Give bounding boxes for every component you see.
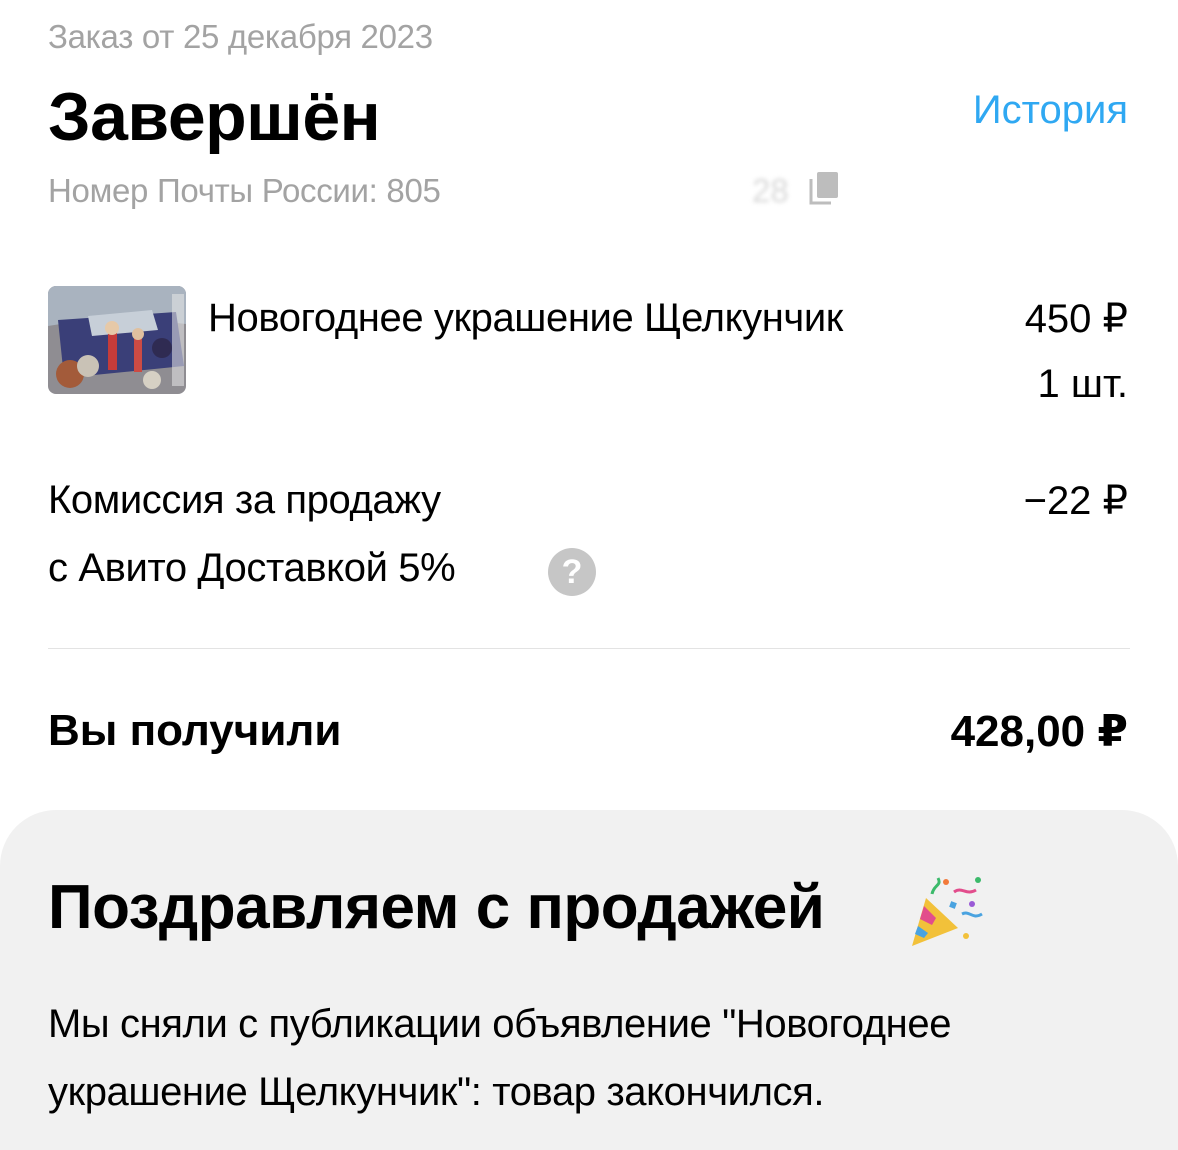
help-icon[interactable]: ? [548, 548, 596, 596]
congrats-text: Мы сняли с публикации объявление "Нового… [48, 1002, 952, 1114]
copy-icon[interactable] [804, 168, 844, 208]
item-price: 450 ₽ [1024, 297, 1128, 341]
item-quantity: 1 шт. [1037, 362, 1128, 406]
tracking-number: Номер Почты России: 805 [48, 172, 441, 209]
order-status-title: Завершён [48, 79, 381, 155]
order-date: Заказ от 25 декабря 2023 [48, 18, 433, 55]
item-thumbnail[interactable] [48, 286, 186, 394]
history-link[interactable]: История [973, 88, 1128, 133]
party-popper-icon [906, 874, 986, 950]
item-name[interactable]: Новогоднее украшение Щелкунчик [208, 296, 843, 341]
divider [48, 648, 1130, 649]
tracking-number-tail: 28 [752, 172, 789, 209]
congrats-title: Поздравляем с продажей [48, 873, 825, 942]
total-amount: 428,00 ₽ [950, 707, 1128, 756]
total-label: Вы получили [48, 706, 342, 755]
commission-amount: −22 ₽ [1023, 479, 1128, 523]
commission-label-line2: с Авито Доставкой 5% [48, 546, 456, 590]
commission-label-line1: Комиссия за продажу [48, 478, 441, 522]
